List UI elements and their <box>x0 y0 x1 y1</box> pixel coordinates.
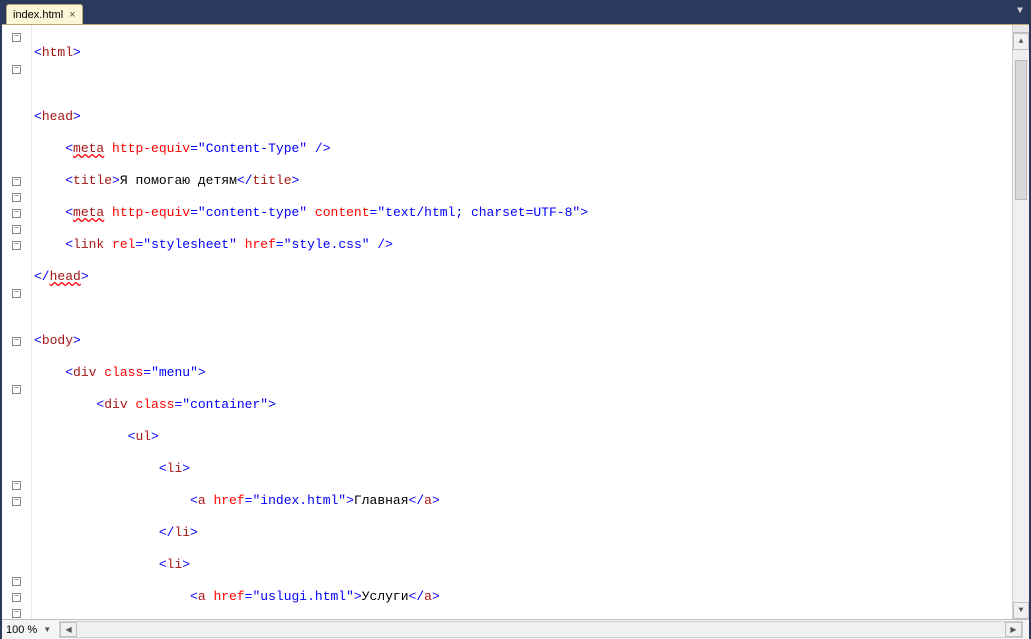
tab-dropdown-icon[interactable]: ▼ <box>1017 6 1023 17</box>
fold-toggle[interactable]: − <box>12 577 21 586</box>
fold-toggle[interactable]: − <box>12 177 21 186</box>
fold-toggle[interactable]: − <box>12 337 21 346</box>
fold-toggle[interactable]: − <box>12 593 21 602</box>
editor-window: index.html × ▼ − − − − − − − <box>0 0 1031 639</box>
fold-toggle[interactable]: − <box>12 241 21 250</box>
editor-area: − − − − − − − − − <box>2 24 1029 619</box>
zoom-level: 100 % <box>6 624 37 636</box>
zoom-dropdown-icon[interactable]: ▼ <box>43 625 51 634</box>
fold-gutter: − − − − − − − − − <box>2 25 32 619</box>
split-handle[interactable] <box>1013 25 1029 33</box>
status-bar: 100 % ▼ ◀ ▶ <box>2 619 1029 639</box>
scroll-up-icon[interactable]: ▲ <box>1013 33 1029 50</box>
scroll-down-icon[interactable]: ▼ <box>1013 602 1029 619</box>
fold-toggle[interactable]: − <box>12 33 21 42</box>
scroll-left-icon[interactable]: ◀ <box>60 622 77 637</box>
fold-toggle[interactable]: − <box>12 609 21 618</box>
tab-label: index.html <box>13 9 63 21</box>
code-editor[interactable]: <html> <head> <meta http-equiv="Content-… <box>32 25 1029 619</box>
horizontal-scrollbar[interactable]: ◀ ▶ <box>59 621 1023 638</box>
fold-toggle[interactable]: − <box>12 65 21 74</box>
close-icon[interactable]: × <box>69 9 75 21</box>
fold-toggle[interactable]: − <box>12 497 21 506</box>
tab-bar: index.html × ▼ <box>2 2 1029 24</box>
scroll-thumb[interactable] <box>1015 60 1027 200</box>
fold-toggle[interactable]: − <box>12 225 21 234</box>
scroll-right-icon[interactable]: ▶ <box>1005 622 1022 637</box>
fold-toggle[interactable]: − <box>12 481 21 490</box>
fold-toggle[interactable]: − <box>12 385 21 394</box>
tab-index-html[interactable]: index.html × <box>6 4 83 24</box>
vertical-scrollbar[interactable]: ▲ ▼ <box>1012 25 1029 619</box>
fold-toggle[interactable]: − <box>12 209 21 218</box>
fold-toggle[interactable]: − <box>12 289 21 298</box>
fold-toggle[interactable]: − <box>12 193 21 202</box>
